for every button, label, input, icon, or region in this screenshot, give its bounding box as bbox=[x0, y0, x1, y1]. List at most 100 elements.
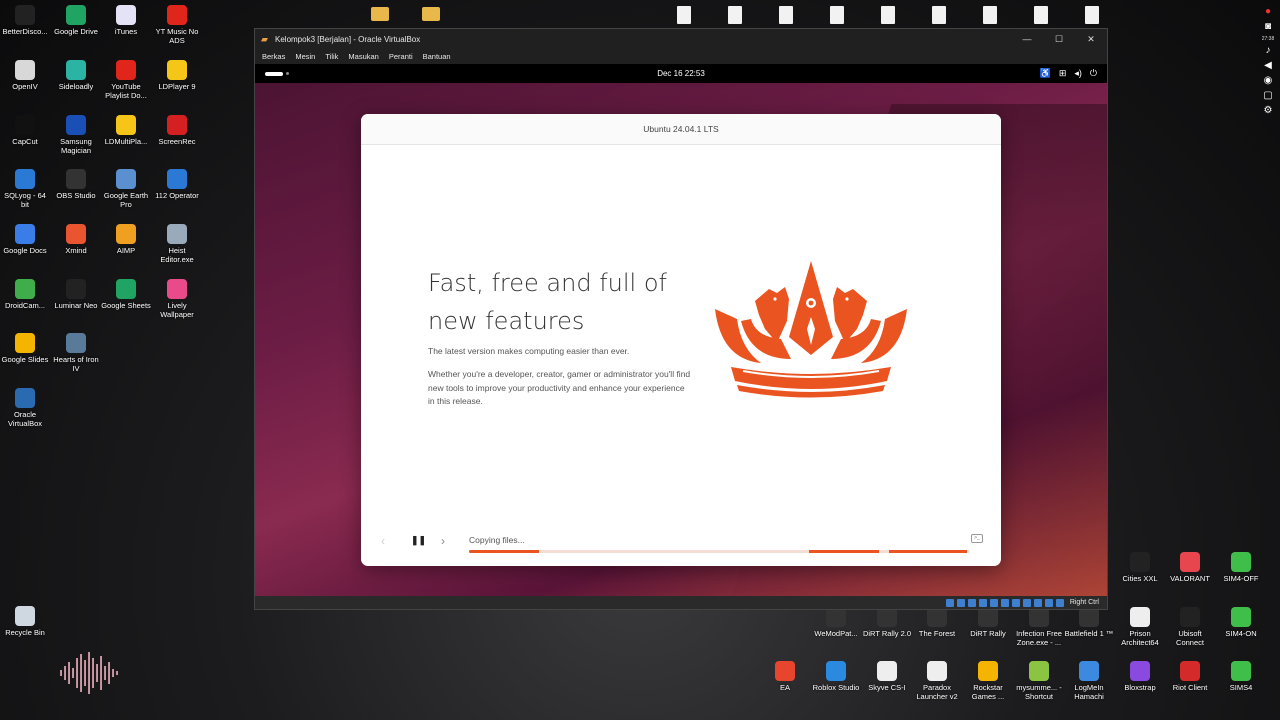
camera-icon[interactable]: ◙ bbox=[1262, 21, 1274, 33]
desktop-shortcut[interactable]: Google Drive bbox=[51, 5, 101, 36]
desktop-top-folder-1[interactable] bbox=[371, 7, 389, 21]
cpu-status-icon[interactable] bbox=[1033, 598, 1042, 607]
desktop-shortcut[interactable]: Ubisoft Connect bbox=[1165, 607, 1215, 647]
desktop-top-file-4[interactable] bbox=[830, 6, 844, 24]
desktop-top-file-5[interactable] bbox=[881, 6, 895, 24]
desktop-top-file-2[interactable] bbox=[728, 6, 742, 24]
next-slide-icon[interactable]: › bbox=[441, 534, 445, 548]
volume-icon[interactable]: ◂) bbox=[1074, 68, 1082, 79]
vbox-titlebar[interactable]: ▰ Kelompok3 [Berjalan] - Oracle VirtualB… bbox=[255, 29, 1107, 49]
desktop-top-folder-2[interactable] bbox=[422, 7, 440, 21]
desktop-shortcut[interactable]: LDMultiPla... bbox=[101, 115, 151, 146]
desktop-top-file-7[interactable] bbox=[983, 6, 997, 24]
menu-bantuan[interactable]: Bantuan bbox=[423, 52, 451, 61]
desktop-shortcut[interactable]: LDPlayer 9 bbox=[152, 60, 202, 91]
desktop-shortcut[interactable]: Xmind bbox=[51, 224, 101, 255]
record-icon[interactable]: ● bbox=[1262, 6, 1274, 18]
maximize-icon[interactable]: ☐ bbox=[1043, 34, 1075, 45]
desktop-shortcut[interactable]: EA bbox=[760, 661, 810, 692]
shared-folder-icon[interactable] bbox=[1000, 598, 1009, 607]
desktop-shortcut[interactable]: Rockstar Games ... bbox=[963, 661, 1013, 701]
desktop-shortcut[interactable]: Prison Architect64 bbox=[1115, 607, 1165, 647]
desktop-shortcut[interactable]: Battlefield 1 ™ bbox=[1064, 607, 1114, 638]
desktop-shortcut[interactable]: Infection Free Zone.exe - ... bbox=[1014, 607, 1064, 647]
desktop-shortcut[interactable]: DroidCam... bbox=[0, 279, 50, 310]
desktop-shortcut[interactable]: The Forest bbox=[912, 607, 962, 638]
desktop-shortcut[interactable]: LogMeIn Hamachi bbox=[1064, 661, 1114, 701]
desktop-shortcut[interactable]: Samsung Magician bbox=[51, 115, 101, 155]
mouse-integration-icon[interactable] bbox=[1044, 598, 1053, 607]
menu-masukan[interactable]: Masukan bbox=[348, 52, 378, 61]
desktop-shortcut[interactable]: AIMP bbox=[101, 224, 151, 255]
desktop-shortcut[interactable]: ScreenRec bbox=[152, 115, 202, 146]
desktop-shortcut[interactable]: Sideloadly bbox=[51, 60, 101, 91]
desktop-shortcut[interactable]: Hearts of Iron IV bbox=[51, 333, 101, 373]
display-status-icon[interactable] bbox=[1011, 598, 1020, 607]
desktop-shortcut[interactable]: SIMS4 bbox=[1216, 661, 1266, 692]
network-status-icon[interactable] bbox=[978, 598, 987, 607]
desktop-shortcut[interactable]: SIM4-OFF bbox=[1216, 552, 1266, 583]
accessibility-icon[interactable]: ♿ bbox=[1040, 68, 1051, 79]
desktop-shortcut[interactable]: BetterDisco... bbox=[0, 5, 50, 36]
desktop-shortcut[interactable]: OpenIV bbox=[0, 60, 50, 91]
volume-icon[interactable]: ◀ bbox=[1262, 60, 1274, 72]
desktop-shortcut[interactable]: Google Sheets bbox=[101, 279, 151, 310]
desktop-top-file-8[interactable] bbox=[1034, 6, 1048, 24]
settings-gear-icon[interactable]: ⚙ bbox=[1262, 105, 1274, 117]
desktop-shortcut[interactable]: mysumme... - Shortcut bbox=[1014, 661, 1064, 701]
desktop-shortcut[interactable]: iTunes bbox=[101, 5, 151, 36]
close-icon[interactable]: ✕ bbox=[1075, 34, 1107, 45]
microphone-icon[interactable]: ♪ bbox=[1262, 45, 1274, 57]
desktop-shortcut[interactable]: Heist Editor.exe bbox=[152, 224, 202, 264]
desktop-shortcut[interactable]: Luminar Neo bbox=[51, 279, 101, 310]
desktop-shortcut[interactable]: Recycle Bin bbox=[0, 606, 50, 637]
desktop-shortcut[interactable]: SQLyog - 64 bit bbox=[0, 169, 50, 209]
desktop-shortcut[interactable]: Oracle VirtualBox bbox=[0, 388, 50, 428]
gnome-clock[interactable]: Dec 16 22:53 bbox=[657, 69, 705, 78]
optical-drive-icon[interactable] bbox=[956, 598, 965, 607]
menu-mesin[interactable]: Mesin bbox=[295, 52, 315, 61]
desktop-shortcut[interactable]: DiRT Rally 2.0 bbox=[862, 607, 912, 638]
menu-peranti[interactable]: Peranti bbox=[389, 52, 413, 61]
desktop-top-file-3[interactable] bbox=[779, 6, 793, 24]
desktop-top-file-6[interactable] bbox=[932, 6, 946, 24]
webcam-icon[interactable]: ◉ bbox=[1262, 75, 1274, 87]
terminal-log-icon[interactable]: >_ bbox=[971, 534, 983, 543]
minimize-icon[interactable]: — bbox=[1011, 34, 1043, 45]
desktop-shortcut[interactable]: VALORANT bbox=[1165, 552, 1215, 583]
desktop-shortcut[interactable]: Bloxstrap bbox=[1115, 661, 1165, 692]
desktop-shortcut[interactable]: SIM4-ON bbox=[1216, 607, 1266, 638]
desktop-shortcut[interactable]: Paradox Launcher v2 bbox=[912, 661, 962, 701]
hdd-status-icon[interactable] bbox=[945, 598, 954, 607]
desktop-shortcut[interactable]: Google Slides bbox=[0, 333, 50, 364]
keyboard-status-icon[interactable] bbox=[1055, 598, 1064, 607]
window-icon[interactable]: ▢ bbox=[1262, 90, 1274, 102]
menu-berkas[interactable]: Berkas bbox=[262, 52, 285, 61]
guest-screen[interactable]: Dec 16 22:53 ♿ ⊞ ◂) ⏻ Ubuntu 24.04.1 LTS… bbox=[255, 64, 1107, 597]
desktop-shortcut[interactable]: 112 Operator bbox=[152, 169, 202, 200]
desktop-shortcut[interactable]: Google Docs bbox=[0, 224, 50, 255]
audio-status-icon[interactable] bbox=[967, 598, 976, 607]
desktop-top-file-9[interactable] bbox=[1085, 6, 1099, 24]
pause-icon[interactable]: ❚❚ bbox=[411, 535, 426, 546]
desktop-shortcut[interactable]: Cities XXL bbox=[1115, 552, 1165, 583]
usb-status-icon[interactable] bbox=[989, 598, 998, 607]
desktop-shortcut[interactable]: Roblox Studio bbox=[811, 661, 861, 692]
desktop-shortcut[interactable]: Skyve CS-I bbox=[862, 661, 912, 692]
desktop-shortcut[interactable]: Google Earth Pro bbox=[101, 169, 151, 209]
desktop-shortcut[interactable]: YouTube Playlist Do... bbox=[101, 60, 151, 100]
desktop-top-file-1[interactable] bbox=[677, 6, 691, 24]
desktop-shortcut[interactable]: WeModPat... bbox=[811, 607, 861, 638]
desktop-shortcut[interactable]: YT Music No ADS bbox=[152, 5, 202, 45]
desktop-shortcut[interactable]: Riot Client bbox=[1165, 661, 1215, 692]
desktop-shortcut[interactable]: OBS Studio bbox=[51, 169, 101, 200]
activities-indicator[interactable] bbox=[265, 71, 289, 76]
menu-tilik[interactable]: Tilik bbox=[325, 52, 338, 61]
desktop-shortcut[interactable]: DiRT Rally bbox=[963, 607, 1013, 638]
network-icon[interactable]: ⊞ bbox=[1059, 68, 1067, 79]
power-icon[interactable]: ⏻ bbox=[1090, 68, 1097, 79]
desktop-shortcut[interactable]: CapCut bbox=[0, 115, 50, 146]
desktop-shortcut[interactable]: Lively Wallpaper bbox=[152, 279, 202, 319]
recording-status-icon[interactable] bbox=[1022, 598, 1031, 607]
previous-slide-icon[interactable]: ‹ bbox=[381, 534, 385, 548]
